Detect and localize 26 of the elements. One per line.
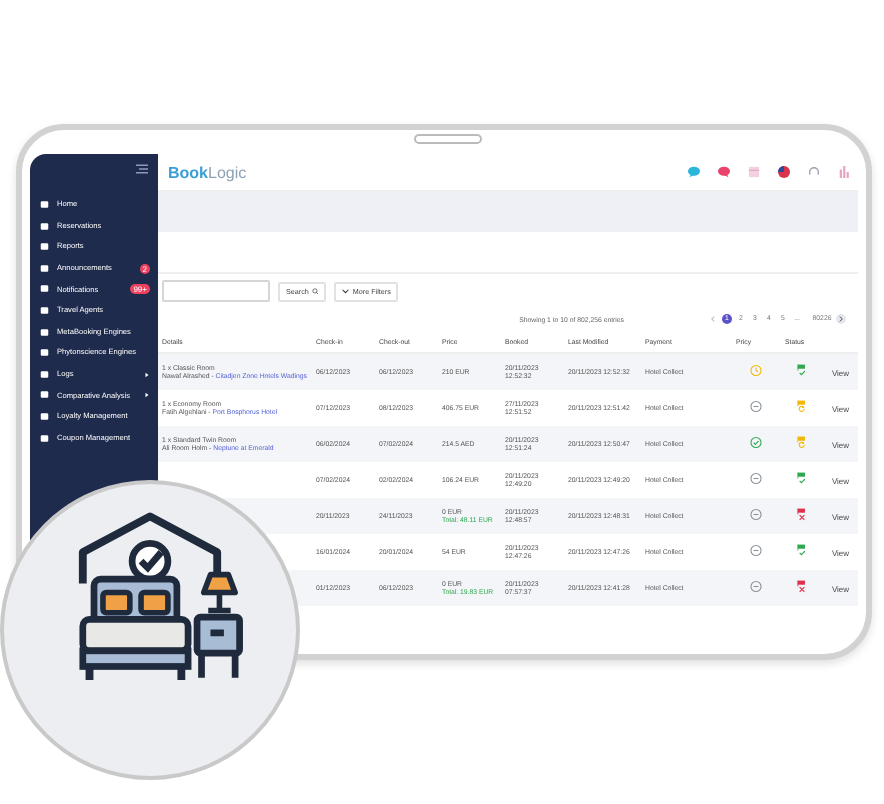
menu-item-icon <box>40 221 49 231</box>
flag-icon[interactable] <box>778 166 790 178</box>
speaker-slot <box>414 134 482 144</box>
menu-item-icon <box>40 200 49 210</box>
menu-item-icon <box>40 390 49 400</box>
menu-item-icon <box>40 306 49 316</box>
search-icon <box>311 287 319 295</box>
menu-item-icon <box>40 263 49 273</box>
menu-item-icon <box>40 284 49 294</box>
menu-icon[interactable] <box>136 164 148 174</box>
menu-item-icon <box>40 348 49 358</box>
menu-item-icon <box>40 411 49 421</box>
chat-icon[interactable] <box>688 166 700 178</box>
menu-item-icon <box>40 242 49 252</box>
chat-icon[interactable] <box>718 166 730 178</box>
previous-page-icon[interactable] <box>708 314 718 324</box>
logo: BookLogic <box>168 163 247 181</box>
menu-item-icon <box>40 327 49 337</box>
next-page-icon[interactable] <box>836 314 846 324</box>
menu-item-icon <box>40 369 49 379</box>
headset-icon[interactable] <box>808 166 820 178</box>
calendar-icon[interactable] <box>748 166 760 178</box>
search-field[interactable] <box>162 280 270 302</box>
chevron-down-icon <box>342 287 350 295</box>
menu-item-icon <box>40 433 49 443</box>
bar-chart-icon[interactable] <box>838 166 850 178</box>
